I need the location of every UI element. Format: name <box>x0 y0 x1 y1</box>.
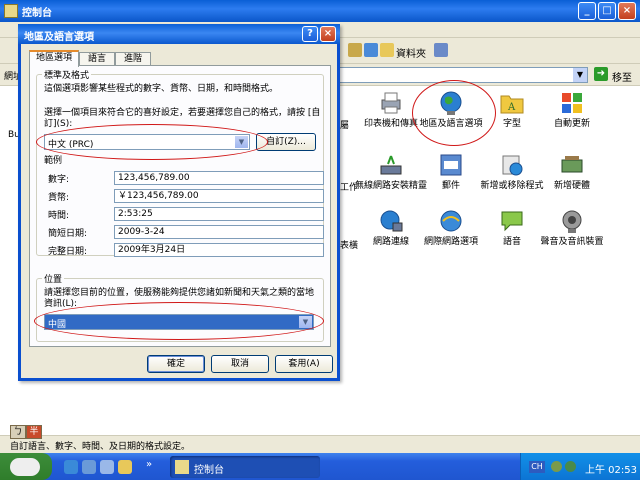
cp-item-label: 郵件 <box>441 181 460 191</box>
add-hardware-icon <box>559 152 585 178</box>
cp-item-label: 聲音及音訊裝置 <box>540 237 604 247</box>
cancel-button[interactable]: 取消 <box>211 355 269 373</box>
control-panel-icon <box>4 4 18 18</box>
add-remove-icon <box>499 152 525 178</box>
globe-icon <box>438 90 464 116</box>
sample-long-date-value: 2009年3月24日 <box>114 243 324 257</box>
cp-item-add-hardware[interactable]: 新增硬體 <box>536 152 608 192</box>
taskbar-button-label: 控制台 <box>194 465 224 476</box>
tab-regional-options[interactable]: 地區選項 <box>29 50 79 67</box>
control-panel-titlebar[interactable]: 控制台 _ □ × <box>0 0 640 22</box>
cp-item-label: 新增硬體 <box>553 181 590 191</box>
chevron-right-icon[interactable]: » <box>146 459 160 473</box>
network-icon <box>378 208 404 234</box>
help-button[interactable]: ? <box>302 26 318 42</box>
wireless-icon <box>378 152 404 178</box>
location-select-value: 中國 <box>48 320 67 330</box>
system-tray: CH 上午 02:53 <box>520 453 640 480</box>
control-panel-title: 控制台 <box>22 8 52 19</box>
up-folder-icon[interactable] <box>348 43 362 57</box>
standards-description: 這個選項影響某些程式的數字、貨幣、日期，和時間格式。 <box>44 84 279 94</box>
start-button[interactable] <box>0 453 52 480</box>
dialog-close-button[interactable]: × <box>320 26 336 42</box>
sample-number-label: 數字: <box>48 175 70 185</box>
tab-advanced[interactable]: 進階 <box>115 52 151 66</box>
sample-time-value: 2:53:25 <box>114 207 324 221</box>
maximize-icon[interactable]: □ <box>598 2 616 20</box>
samples-title: 範例 <box>44 156 63 166</box>
ie-icon[interactable] <box>64 460 78 474</box>
customize-button[interactable]: 自訂(Z)... <box>256 133 316 151</box>
dialog-titlebar[interactable]: 地區及語言選項 ? × <box>18 24 340 44</box>
format-select-value: 中文 (PRC) <box>48 140 94 150</box>
cp-item-automatic-updates[interactable]: 自動更新 <box>536 90 608 130</box>
speech-icon <box>499 208 525 234</box>
tray-icon[interactable] <box>565 461 576 472</box>
minimize-icon[interactable]: _ <box>578 2 596 20</box>
close-icon[interactable]: × <box>618 2 636 20</box>
apply-button[interactable]: 套用(A) <box>275 355 333 373</box>
folders-label[interactable]: 資料夾 <box>396 45 426 60</box>
internet-options-icon <box>438 208 464 234</box>
status-bar: 自訂語言、數字、時間、及日期的格式設定。 <box>0 435 640 453</box>
windows-update-icon <box>559 90 585 116</box>
sample-currency-label: 貨幣: <box>48 193 70 203</box>
taskbar-button-control-panel[interactable]: 控制台 <box>170 456 320 478</box>
printer-icon <box>378 90 404 116</box>
start-logo-icon <box>10 458 40 476</box>
sample-short-date-value: 2009-3-24 <box>114 225 324 239</box>
chevron-down-icon[interactable]: ▼ <box>299 316 312 328</box>
format-select[interactable]: 中文 (PRC) ▼ <box>44 134 250 150</box>
cp-item-label: 語音 <box>502 237 521 247</box>
sample-number-value: 123,456,789.00 <box>114 171 324 185</box>
mail-icon <box>438 152 464 178</box>
fonts-folder-icon: A <box>499 90 525 116</box>
standards-select-prompt: 選擇一個項目來符合它的喜好設定，若要選擇您自己的格式，請按 [自訂](S): <box>44 108 321 129</box>
sample-short-date-label: 簡短日期: <box>48 229 88 239</box>
sample-currency-value: ￥123,456,789.00 <box>114 189 324 203</box>
folders-icon[interactable] <box>380 43 394 57</box>
taskbar: » 控制台 CH 上午 02:53 <box>0 453 640 480</box>
tray-icon[interactable] <box>551 461 562 472</box>
ime-toolbar[interactable]: ㄅ 半 <box>10 425 42 439</box>
search-icon[interactable] <box>364 43 378 57</box>
ok-button[interactable]: 確定 <box>147 355 205 373</box>
cp-item-label: 地區及語言選項 <box>419 119 483 129</box>
chevron-down-icon[interactable]: ▼ <box>573 68 587 82</box>
status-text: 自訂語言、數字、時間、及日期的格式設定。 <box>10 442 191 452</box>
svg-text:A: A <box>507 102 516 113</box>
chevron-down-icon[interactable]: ▼ <box>235 136 248 148</box>
speaker-icon <box>559 208 585 234</box>
ime-width-button[interactable]: 半 <box>26 425 42 439</box>
standards-group-title: 標準及格式 <box>42 68 92 81</box>
cp-item-label: 字型 <box>502 119 521 129</box>
cp-item-label: 新增或移除程式 <box>480 181 544 191</box>
cp-item-label: 網路連線 <box>372 237 409 247</box>
tab-panel: 標準及格式 這個選項影響某些程式的數字、貨幣、日期，和時間格式。 選擇一個項目來… <box>29 65 331 347</box>
ime-mode-button[interactable]: ㄅ <box>10 425 26 439</box>
language-indicator[interactable]: CH <box>529 461 545 473</box>
media-player-icon[interactable] <box>100 460 114 474</box>
views-icon[interactable] <box>434 43 448 57</box>
cp-item-label: 網際網路選項 <box>423 237 478 247</box>
cp-item-label: 自動更新 <box>553 119 590 129</box>
location-select[interactable]: 中國 ▼ <box>44 314 314 330</box>
sample-time-label: 時間: <box>48 211 70 221</box>
location-description: 請選擇您目前的位置，使服務能夠提供您諸如新聞和天氣之類的當地資訊(L): <box>44 288 315 309</box>
go-arrow-icon[interactable]: ➜ <box>594 67 608 81</box>
clock[interactable]: 上午 02:53 <box>585 461 637 476</box>
cp-item-sounds-audio[interactable]: 聲音及音訊裝置 <box>536 208 608 248</box>
go-button[interactable]: 移至 <box>612 69 632 84</box>
sample-long-date-label: 完整日期: <box>48 247 88 257</box>
dialog-title: 地區及語言選項 <box>24 32 94 43</box>
regional-options-dialog: 地區及語言選項 ? × 地區選項 語言 進階 標準及格式 這個選項影響某些程式的… <box>18 24 340 381</box>
explorer-icon[interactable] <box>118 460 132 474</box>
show-desktop-icon[interactable] <box>82 460 96 474</box>
partial-label: 屬 <box>340 121 350 131</box>
control-panel-icon <box>175 460 189 474</box>
cp-item-label: 印表機和傳真 <box>363 119 418 129</box>
location-group-title: 位置 <box>42 272 65 285</box>
tab-languages[interactable]: 語言 <box>79 52 115 66</box>
